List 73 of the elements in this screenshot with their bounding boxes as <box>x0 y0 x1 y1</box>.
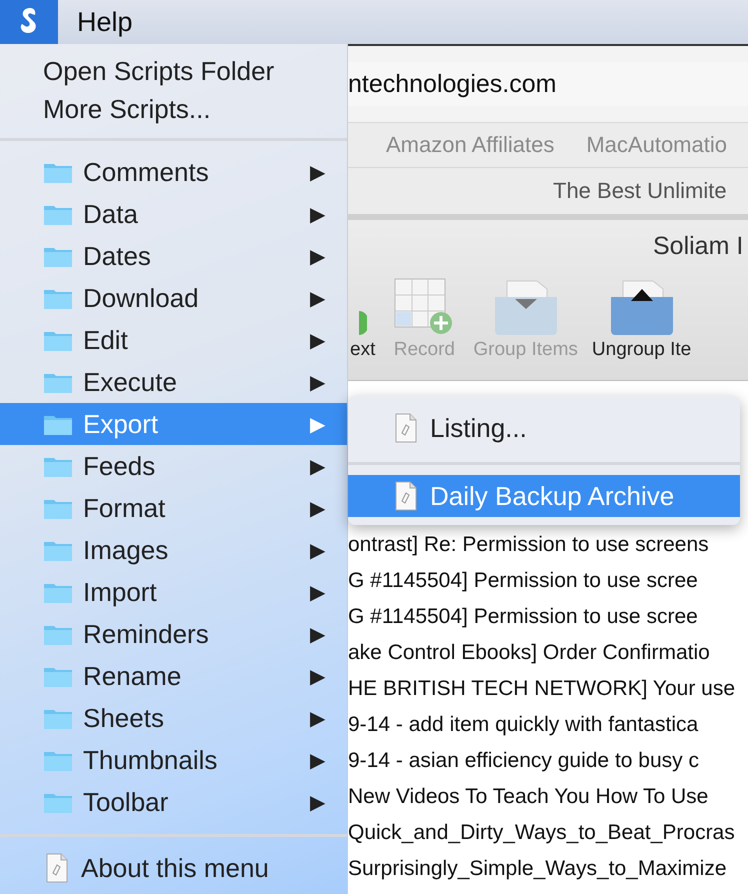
submenu-arrow-icon: ▶ <box>310 202 325 226</box>
toolbar-button[interactable]: Ungroup Ite <box>592 277 692 361</box>
about-menu-item[interactable]: About this menu <box>0 848 347 888</box>
folder-menu-item[interactable]: Thumbnails ▶ <box>0 739 347 781</box>
menu-item-label: Daily Backup Archive <box>430 480 674 512</box>
menu-item-label: Data <box>83 198 139 230</box>
submenu-arrow-icon: ▶ <box>310 706 325 730</box>
folder-menu-item[interactable]: Edit ▶ <box>0 319 347 361</box>
window-title: Soliam I <box>652 232 744 261</box>
submenu-arrow-icon: ▶ <box>310 412 325 436</box>
folder-menu-item[interactable]: Data ▶ <box>0 193 347 235</box>
menu-item-label: Images <box>83 534 170 566</box>
script-icon <box>394 413 418 443</box>
submenu-arrow-icon: ▶ <box>310 286 325 310</box>
list-row[interactable]: New Videos To Teach You How To Use <box>348 779 748 815</box>
menu-item-label: Edit <box>83 324 129 356</box>
list-row[interactable]: 9-14 - asian efficiency guide to busy c <box>348 743 748 779</box>
script-icon <box>45 853 69 883</box>
menu-item-label: Toolbar <box>83 786 170 818</box>
toolbar-button[interactable]: ext <box>350 307 376 361</box>
script-menu-button[interactable] <box>0 0 58 44</box>
folder-menu-item[interactable]: Dates ▶ <box>0 235 347 277</box>
menu-item-label: Format <box>83 492 166 524</box>
menu-item-label: Listing... <box>430 412 527 444</box>
folder-menu-item[interactable]: Toolbar ▶ <box>0 781 347 823</box>
menu-item-label: Sheets <box>83 702 165 734</box>
folder-menu-item[interactable]: Download ▶ <box>0 277 347 319</box>
menu-item[interactable]: More Scripts... <box>0 90 347 128</box>
folder-menu-item[interactable]: Import ▶ <box>0 571 347 613</box>
list-row[interactable]: ake Control Ebooks] Order Confirmatio <box>348 635 748 671</box>
list-row[interactable]: G #1145504] Permission to use scree <box>348 563 748 599</box>
submenu-arrow-icon: ▶ <box>310 538 325 562</box>
menu-item[interactable]: Open Scripts Folder <box>0 52 347 90</box>
menu-item-label: Reminders <box>83 618 210 650</box>
menu-item-label: Export <box>83 408 160 440</box>
address-field[interactable]: ntechnologies.com <box>348 62 748 106</box>
list-row[interactable]: 9-14 - add item quickly with fantastica <box>348 707 748 743</box>
list-row[interactable]: G #1145504] Permission to use scree <box>348 599 748 635</box>
folder-menu-item[interactable]: Images ▶ <box>0 529 347 571</box>
menu-item-label: Execute <box>83 366 178 398</box>
menu-item-label: Thumbnails <box>83 744 218 776</box>
submenu-arrow-icon: ▶ <box>310 370 325 394</box>
list-row[interactable]: Surprisingly_Simple_Ways_to_Maximize <box>348 851 748 887</box>
submenu-arrow-icon: ▶ <box>310 664 325 688</box>
menu-item-label: Download <box>83 282 200 314</box>
folder-menu-item[interactable]: Rename ▶ <box>0 655 347 697</box>
folder-menu-item[interactable]: Comments ▶ <box>0 151 347 193</box>
submenu-arrow-icon: ▶ <box>310 790 325 814</box>
list-row[interactable]: HE BRITISH TECH NETWORK] Your use <box>348 671 748 707</box>
menu-item-label: Rename <box>83 660 182 692</box>
submenu-arrow-icon: ▶ <box>310 160 325 184</box>
submenu-arrow-icon: ▶ <box>310 748 325 772</box>
menu-bar-item[interactable]: Help <box>58 0 152 44</box>
submenu-arrow-icon: ▶ <box>310 496 325 520</box>
folder-menu-item[interactable]: Feeds ▶ <box>0 445 347 487</box>
menu-item-label: Import <box>83 576 158 608</box>
script-icon <box>394 481 418 511</box>
menu-item-label: Dates <box>83 240 152 272</box>
menu-item-label: About this menu <box>81 852 269 884</box>
folder-menu-item[interactable]: Format ▶ <box>0 487 347 529</box>
list-row[interactable]: ontrast] Re: Permission to use screens <box>348 527 748 563</box>
menu-item-label: Comments <box>83 156 210 188</box>
menu-item-label: Feeds <box>83 450 156 482</box>
submenu-arrow-icon: ▶ <box>310 328 325 352</box>
list-row[interactable]: Quick_and_Dirty_Ways_to_Beat_Procras <box>348 815 748 851</box>
folder-menu-item[interactable]: Reminders ▶ <box>0 613 347 655</box>
submenu-item[interactable]: Listing... <box>348 402 740 454</box>
submenu-arrow-icon: ▶ <box>310 622 325 646</box>
folder-menu-item[interactable]: Execute ▶ <box>0 361 347 403</box>
submenu-arrow-icon: ▶ <box>310 580 325 604</box>
submenu-arrow-icon: ▶ <box>310 244 325 268</box>
submenu-arrow-icon: ▶ <box>310 454 325 478</box>
folder-menu-item[interactable]: Sheets ▶ <box>0 697 347 739</box>
